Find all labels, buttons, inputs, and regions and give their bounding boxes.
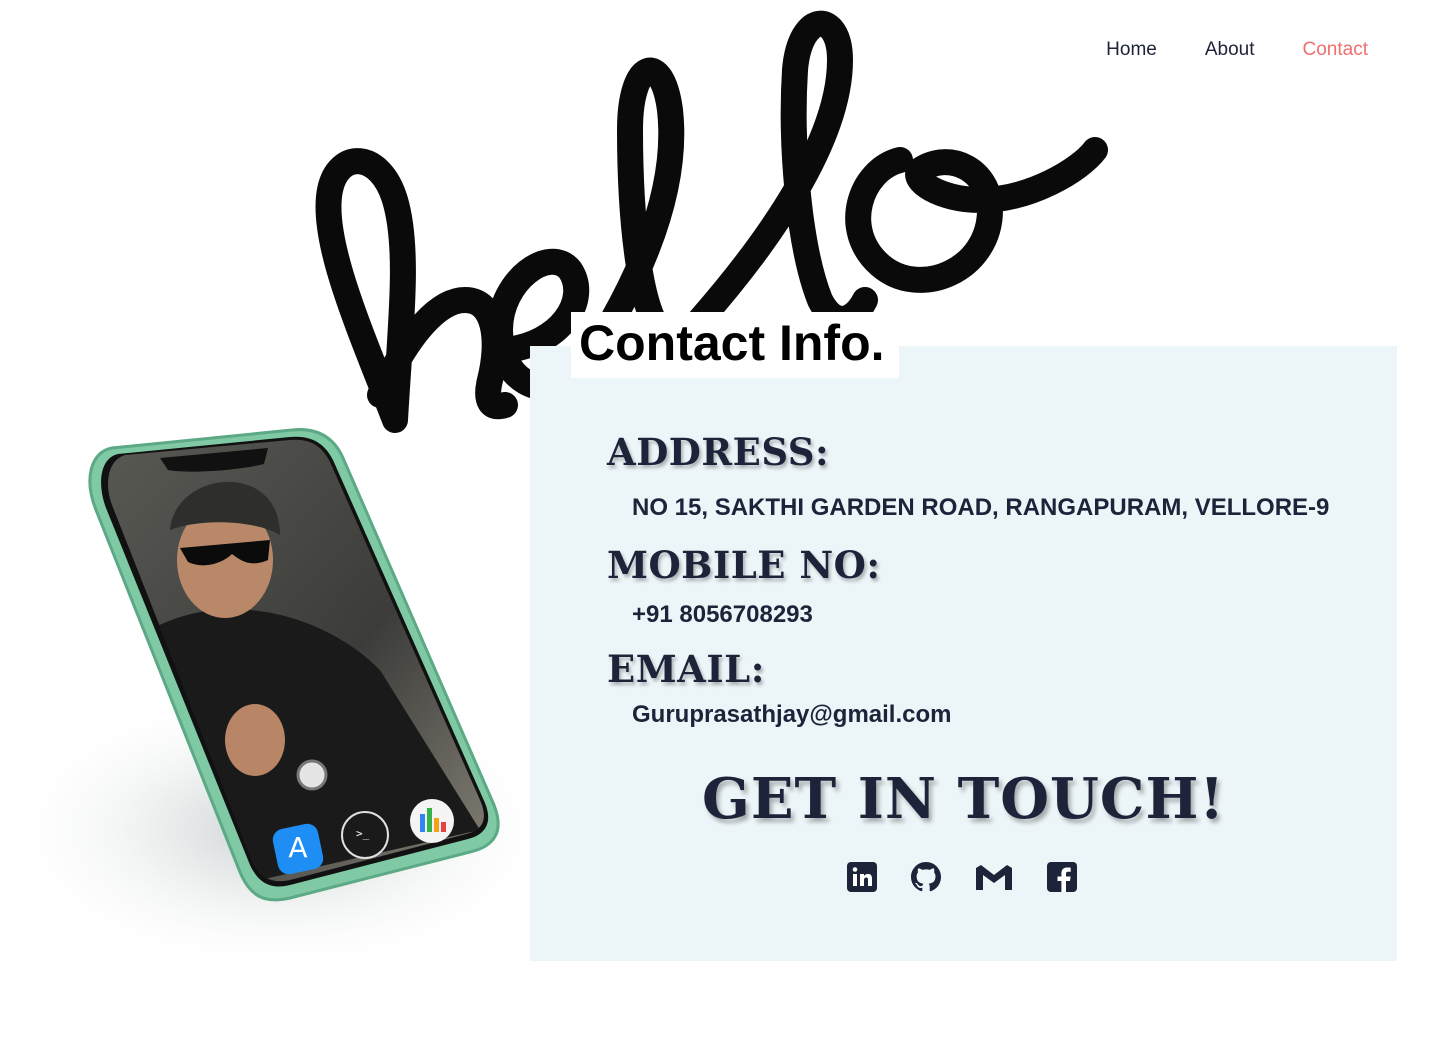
terminal-icon: >_ — [341, 811, 389, 859]
phone-photo: A >_ — [0, 428, 540, 970]
facebook-link[interactable] — [1046, 860, 1078, 894]
mobile-label: MOBILE NO: — [607, 543, 881, 587]
nav-home-link[interactable]: Home — [1106, 36, 1157, 64]
facebook-icon — [1047, 862, 1077, 892]
social-links — [846, 860, 1110, 894]
address-value: NO 15, SAKTHI GARDEN ROAD, RANGAPURAM, V… — [632, 494, 1330, 521]
app-store-icon: A — [272, 823, 324, 875]
github-icon — [911, 862, 941, 892]
contact-page: Home About Contact A >_ Contact Info. AD… — [0, 0, 1440, 1049]
github-link[interactable] — [910, 860, 942, 894]
linkedin-icon — [847, 862, 877, 892]
svg-text:A: A — [288, 831, 307, 864]
gmail-icon — [976, 865, 1012, 890]
email-value[interactable]: Guruprasathjay@gmail.com — [632, 701, 952, 729]
main-nav: Home About Contact — [1058, 36, 1368, 64]
address-label: ADDRESS: — [607, 430, 830, 474]
linkedin-link[interactable] — [846, 860, 878, 894]
contact-title: Contact Info. — [571, 312, 899, 378]
svg-text:>_: >_ — [356, 827, 370, 840]
nav-contact-link[interactable]: Contact — [1303, 36, 1368, 64]
nav-about-link[interactable]: About — [1205, 36, 1255, 64]
email-label: EMAIL: — [607, 647, 765, 691]
get-in-touch-heading: GET IN TOUCH! — [702, 766, 1225, 832]
mobile-value[interactable]: +91 8056708293 — [632, 601, 813, 629]
gmail-link[interactable] — [974, 860, 1014, 894]
numbers-icon — [410, 799, 454, 843]
